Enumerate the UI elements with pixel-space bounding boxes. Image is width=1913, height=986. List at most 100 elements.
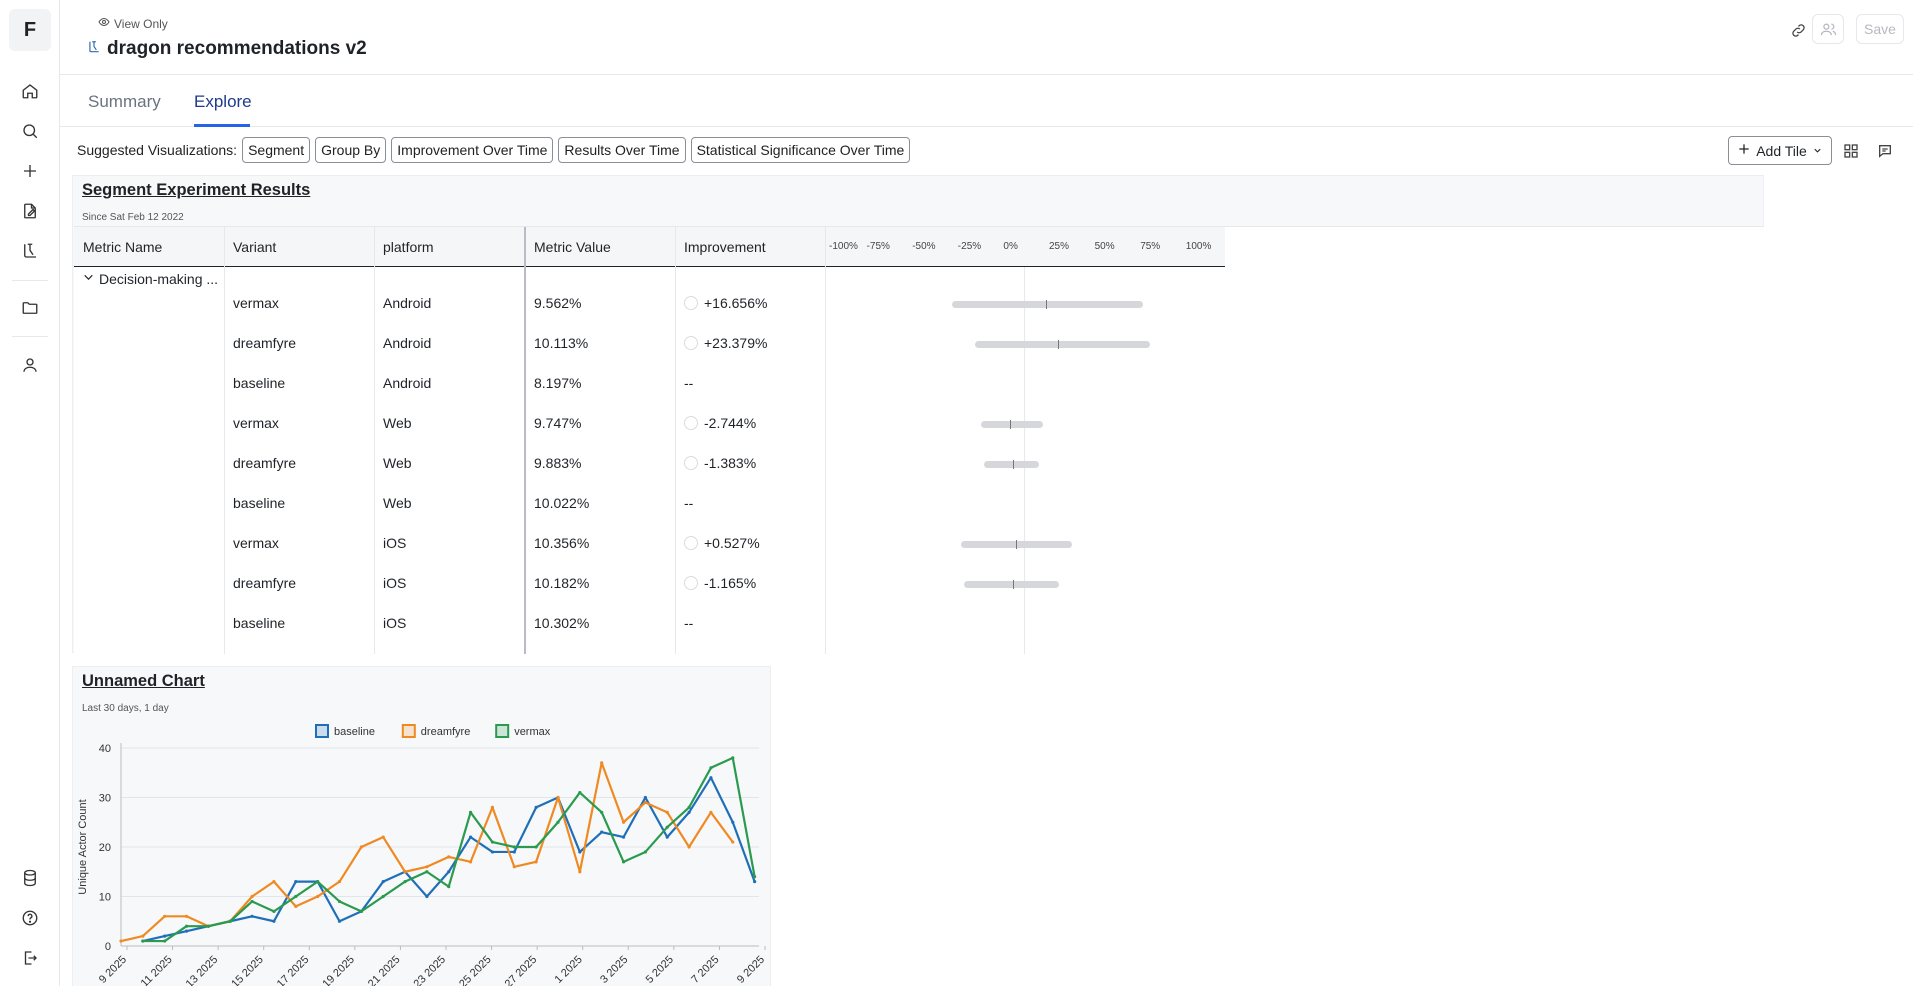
tile-title[interactable]: Segment Experiment Results: [82, 181, 310, 200]
data-point: [731, 820, 735, 824]
data-point: [665, 810, 669, 814]
improvement-text: +16.656%: [704, 295, 768, 311]
cell-improvement: --: [684, 615, 693, 631]
confidence-interval-bar: [964, 581, 1060, 588]
data-point: [250, 914, 254, 918]
data-point: [534, 845, 538, 849]
comment-icon[interactable]: [1872, 138, 1898, 164]
data-point: [621, 820, 626, 824]
save-button[interactable]: Save: [1856, 14, 1904, 44]
app-root: F View Only dragon recommendations v2 Sa…: [0, 0, 1913, 986]
data-point: [556, 795, 560, 800]
column-divider: [224, 227, 225, 654]
data-point: [272, 909, 276, 913]
col-metric-name[interactable]: Metric Name: [83, 239, 162, 255]
chip-segment[interactable]: Segment: [242, 137, 311, 163]
cell-variant: dreamfyre: [233, 575, 297, 591]
search-icon[interactable]: [14, 115, 46, 147]
user-icon[interactable]: [14, 349, 46, 381]
axis-tick-label: 25%: [1049, 241, 1070, 252]
data-point: [687, 805, 691, 809]
experiment-icon[interactable]: [14, 235, 46, 267]
data-point: [250, 899, 254, 904]
home-icon[interactable]: [14, 75, 46, 107]
col-platform[interactable]: platform: [383, 239, 434, 255]
y-tick-label: 30: [99, 793, 111, 805]
col-improvement[interactable]: Improvement: [684, 239, 766, 255]
data-point: [228, 919, 232, 923]
data-point: [184, 929, 189, 933]
plus-icon[interactable]: [14, 155, 46, 187]
y-tick-label: 10: [99, 892, 111, 904]
x-tick-label: 13 2025: [184, 954, 221, 986]
cell-platform: Web: [383, 495, 412, 511]
data-point: [447, 870, 451, 874]
significance-icon: [684, 336, 698, 350]
data-point: [643, 850, 647, 854]
tab-summary[interactable]: Summary: [88, 92, 161, 112]
data-point: [556, 820, 560, 824]
data-point: [337, 899, 342, 904]
axis-tick-label: -25%: [957, 241, 982, 252]
x-tick-label: 27 2025: [503, 954, 540, 986]
view-only-label: View Only: [114, 16, 168, 31]
data-point: [512, 850, 516, 854]
data-point: [490, 805, 495, 809]
tile-subtitle: Since Sat Feb 12 2022: [82, 212, 184, 223]
app-logo[interactable]: F: [9, 9, 51, 51]
legend-label: baseline: [334, 726, 375, 738]
data-point: [621, 835, 626, 839]
cell-variant: baseline: [233, 615, 286, 631]
data-point: [709, 810, 713, 814]
legend-swatch: [401, 724, 416, 738]
legend-label: vermax: [514, 726, 551, 738]
tab-explore[interactable]: Explore: [194, 92, 252, 112]
cell-variant: dreamfyre: [233, 455, 297, 471]
confidence-interval-bar: [975, 341, 1151, 348]
data-point: [272, 880, 276, 884]
data-point: [316, 894, 320, 899]
point-estimate-mark: [1058, 340, 1060, 349]
chip-group-by[interactable]: Group By: [315, 137, 387, 163]
col-variant[interactable]: Variant: [233, 239, 276, 255]
col-metric-value[interactable]: Metric Value: [534, 239, 611, 255]
axis-tick-label: 50%: [1094, 241, 1115, 252]
cell-metric-value: 8.197%: [534, 375, 582, 391]
add-tile-button[interactable]: Add Tile: [1728, 136, 1832, 165]
cell-variant: vermax: [233, 295, 279, 311]
data-point: [468, 835, 473, 839]
axis-tick-label: 75%: [1140, 241, 1161, 252]
link-icon[interactable]: [1784, 16, 1812, 44]
cell-improvement: +16.656%: [684, 295, 767, 311]
data-point: [643, 795, 647, 800]
legend-swatch: [495, 724, 510, 738]
significance-icon: [684, 576, 698, 590]
cell-improvement: -1.165%: [684, 575, 756, 591]
add-tile-label: Add Tile: [1756, 142, 1807, 159]
metric-group-toggle[interactable]: Decision-making ...: [82, 267, 218, 291]
chip-statistical-significance-over-time[interactable]: Statistical Significance Over Time: [690, 137, 911, 163]
significance-icon: [684, 296, 698, 310]
users-icon[interactable]: [1812, 14, 1844, 44]
x-tick-label: 15 2025: [229, 954, 266, 986]
axis-tick-label: -100%: [829, 241, 858, 252]
chip-improvement-over-time[interactable]: Improvement Over Time: [391, 137, 554, 163]
grid-layout-icon[interactable]: [1838, 138, 1864, 164]
folder-icon[interactable]: [14, 292, 46, 324]
edit-document-icon[interactable]: [14, 195, 46, 227]
cell-platform: Android: [383, 295, 432, 311]
cell-metric-value: 9.883%: [534, 455, 582, 471]
confidence-interval-bar: [980, 421, 1043, 428]
data-point: [534, 860, 538, 864]
chevron-down-icon: [1812, 143, 1823, 159]
data-point: [512, 865, 516, 869]
improvement-text: -1.383%: [704, 455, 757, 471]
chip-results-over-time[interactable]: Results Over Time: [558, 137, 686, 163]
page-header: View Only dragon recommendations v2 Save: [60, 0, 1913, 75]
axis-tick-label: -50%: [912, 241, 936, 252]
logout-icon[interactable]: [14, 942, 46, 974]
help-icon[interactable]: [14, 902, 46, 934]
database-icon[interactable]: [14, 862, 46, 894]
logo-letter: F: [23, 18, 37, 41]
x-tick-label: 11 2025: [139, 954, 175, 986]
